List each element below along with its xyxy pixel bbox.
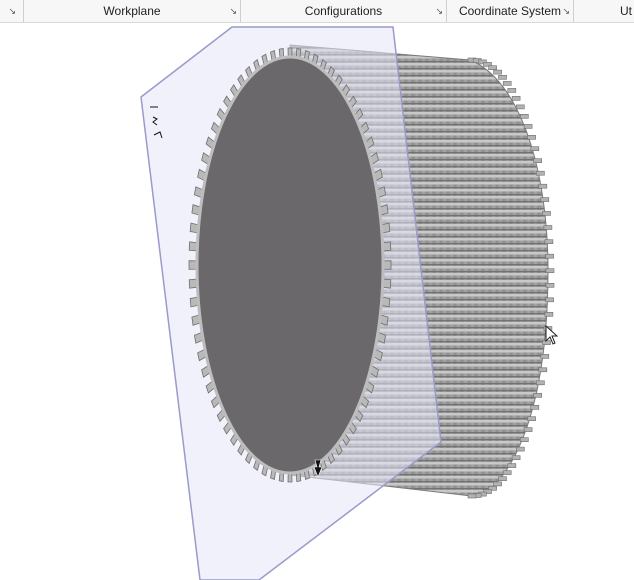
gear-side-tooth	[538, 183, 548, 189]
configurations-group-label: Configurations	[304, 4, 383, 18]
gear-side-tooth	[502, 81, 512, 86]
workplane-group-label: Workplane	[103, 4, 161, 18]
gear-side-tooth	[519, 437, 529, 443]
gear-side-tooth	[536, 170, 545, 176]
workplane-launcher-icon[interactable]: ↘	[229, 6, 237, 16]
ribbon-toolbar: ↘ Workplane ↘ Configurations ↘ Coordinat…	[0, 0, 634, 23]
gear-side-tooth	[511, 455, 521, 461]
gear-side-tooth	[502, 470, 512, 475]
ribbon-group-coordinate-system: Coordinate System ↘	[447, 0, 574, 22]
gear-side-tooth	[543, 225, 553, 230]
ribbon-group-utilities: Ut	[574, 0, 634, 22]
gear-side-tooth	[507, 463, 517, 468]
gear-side-tooth	[538, 367, 548, 373]
gear-side-tooth	[544, 311, 554, 317]
dialog-launcher-icon[interactable]: ↘	[8, 6, 16, 16]
gear-side-tooth	[498, 476, 507, 482]
gear-side-tooth	[545, 297, 554, 303]
gear-side-tooth	[536, 380, 545, 386]
gear-side-tooth	[540, 197, 550, 202]
ribbon-group-configurations: Configurations ↘	[241, 0, 447, 22]
gear-side-tooth	[515, 446, 525, 452]
gear-side-tooth	[467, 493, 477, 499]
gear-side-tooth	[545, 282, 555, 288]
gear-side-tooth	[542, 211, 551, 216]
gear-side-tooth	[545, 253, 554, 259]
gear-side-tooth	[493, 69, 502, 75]
gear-side-tooth	[488, 65, 497, 70]
gear-side-tooth	[519, 114, 529, 119]
configurations-launcher-icon[interactable]: ↘	[435, 6, 443, 16]
gear-side-tooth	[523, 124, 533, 129]
gear-side-tooth	[515, 104, 525, 110]
gear-side-tooth	[507, 88, 517, 93]
gear-side-tooth	[533, 392, 543, 398]
gear-side-tooth	[493, 481, 502, 487]
utilities-group-label: Ut	[620, 4, 632, 18]
gear-side-tooth	[527, 416, 536, 422]
ribbon-group-first: ↘	[0, 0, 24, 22]
gear-side-tooth	[511, 96, 521, 101]
gear-front-face[interactable]	[195, 55, 385, 475]
gear-side-tooth	[540, 354, 550, 359]
gear-side-tooth	[533, 158, 543, 163]
gear-side-tooth	[530, 404, 540, 410]
gear-side-tooth	[544, 239, 554, 244]
ribbon-group-workplane: Workplane ↘	[24, 0, 241, 22]
gear-side-tooth	[527, 135, 536, 140]
gear-side-tooth	[530, 146, 540, 151]
3d-viewport[interactable]	[0, 23, 634, 580]
coordinate-system-group-label: Coordinate System	[458, 4, 562, 18]
gear-side-tooth	[498, 75, 507, 80]
coordinate-system-launcher-icon[interactable]: ↘	[562, 6, 570, 16]
gear-side-tooth	[523, 427, 533, 432]
gear-side-tooth	[545, 268, 555, 274]
